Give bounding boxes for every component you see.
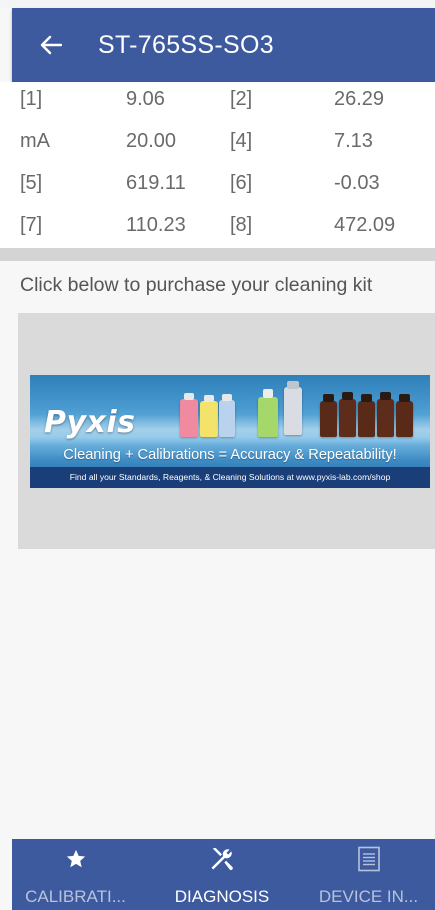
reading-value: 7.13 xyxy=(334,130,373,152)
banner-subline: Find all your Standards, Reagents, & Cle… xyxy=(30,467,430,488)
page-title: ST-765SS-SO3 xyxy=(98,30,274,59)
reading-value: 619.11 xyxy=(126,172,186,194)
reading-label: mA xyxy=(20,130,50,152)
table-row: [5] 619.11 [6] -0.03 xyxy=(0,166,435,206)
bottom-navigation: CALIBRATI... DIAGNOSIS DEVICE IN... xyxy=(12,839,435,910)
ad-container[interactable]: Pyxis Cleaning + Calibrations = Accuracy… xyxy=(18,313,435,549)
main-content: Click below to purchase your cleaning ki… xyxy=(0,261,435,839)
star-icon xyxy=(66,849,85,868)
arrow-left-icon xyxy=(40,35,62,55)
table-row: mA 20.00 [4] 7.13 xyxy=(0,124,435,164)
reading-label: [8] xyxy=(230,214,253,236)
nav-label-device-info: DEVICE IN... xyxy=(318,887,419,906)
section-divider xyxy=(0,248,435,261)
reading-label: [1] xyxy=(20,88,43,110)
pyxis-logo: Pyxis xyxy=(44,405,136,440)
reading-label: [7] xyxy=(20,214,43,236)
reading-value: 9.06 xyxy=(126,88,165,110)
document-list-icon xyxy=(357,846,380,872)
reading-value: -0.03 xyxy=(334,172,380,194)
promo-text: Click below to purchase your cleaning ki… xyxy=(20,274,373,296)
back-button[interactable] xyxy=(34,28,68,62)
reading-value: 26.29 xyxy=(334,88,385,110)
wrench-screwdriver-icon xyxy=(211,847,233,871)
reading-value: 20.00 xyxy=(126,130,177,152)
reading-value: 110.23 xyxy=(126,214,186,236)
app-bar: ST-765SS-SO3 xyxy=(12,8,435,82)
reading-value: 472.09 xyxy=(334,214,396,236)
nav-item-device-info[interactable]: DEVICE IN... xyxy=(302,839,435,910)
reading-label: [4] xyxy=(230,130,253,152)
shop-banner[interactable]: Pyxis Cleaning + Calibrations = Accuracy… xyxy=(30,375,430,488)
banner-tagline: Cleaning + Calibrations = Accuracy & Rep… xyxy=(63,447,397,463)
status-bar xyxy=(0,0,435,8)
table-row: [7] 110.23 [8] 472.09 xyxy=(0,208,435,248)
reading-label: [5] xyxy=(20,172,43,194)
reading-label: [6] xyxy=(230,172,253,194)
nav-label-calibration: CALIBRATI... xyxy=(25,887,126,906)
nav-item-diagnosis[interactable]: DIAGNOSIS xyxy=(152,839,292,910)
nav-label-diagnosis: DIAGNOSIS xyxy=(174,887,270,906)
nav-item-calibration[interactable]: CALIBRATI... xyxy=(12,839,139,910)
readings-table: [1] 9.06 [2] 26.29 mA 20.00 [4] 7.13 [5]… xyxy=(0,82,435,248)
reading-label: [2] xyxy=(230,88,253,110)
table-row: [1] 9.06 [2] 26.29 xyxy=(0,82,435,122)
